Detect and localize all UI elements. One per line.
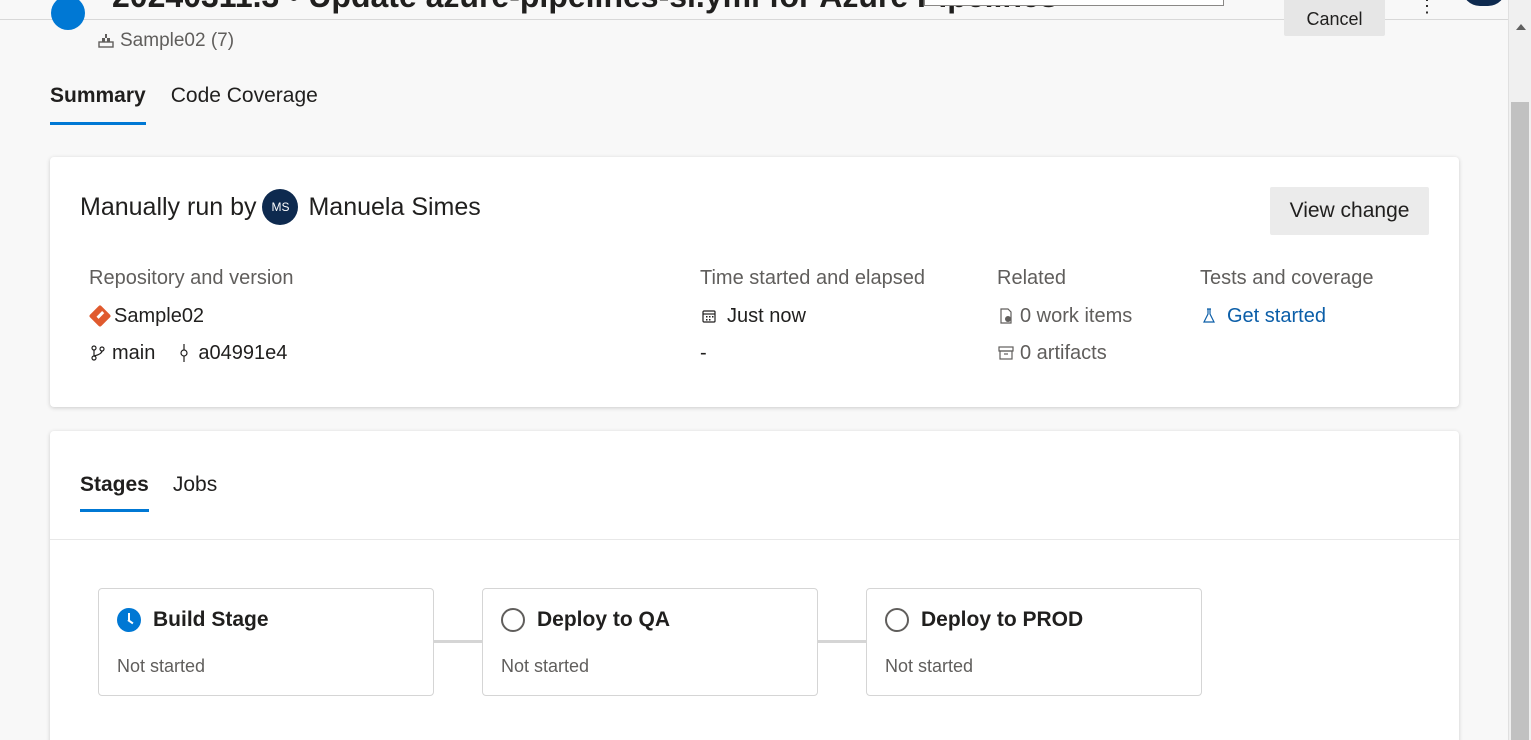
commit-icon xyxy=(175,344,193,362)
stage-connector xyxy=(818,640,868,643)
git-repo-icon xyxy=(88,304,112,328)
pipeline-ref[interactable]: Sample02 (7) xyxy=(98,30,234,52)
get-started-row[interactable]: Get started xyxy=(1200,304,1373,328)
divider xyxy=(50,539,1459,540)
stage-status: Not started xyxy=(117,656,206,676)
pipeline-name: Sample02 (7) xyxy=(120,30,235,51)
stages-tabs: Stages Jobs xyxy=(80,473,217,512)
tab-summary[interactable]: Summary xyxy=(50,84,146,125)
work-items-row[interactable]: 0 work items xyxy=(997,304,1132,328)
stage-build[interactable]: Build Stage Not started xyxy=(98,588,434,696)
user-avatar-top[interactable] xyxy=(1462,0,1506,6)
view-change-button[interactable]: View change xyxy=(1270,187,1429,235)
stage-title: Deploy to QA xyxy=(501,608,670,632)
time-elapsed: - xyxy=(700,341,707,364)
scroll-thumb[interactable] xyxy=(1511,102,1529,740)
search-input[interactable] xyxy=(924,0,1224,6)
run-by: Manually run by MS Manuela Simes xyxy=(80,189,481,225)
calendar-icon xyxy=(700,307,718,325)
stage-connector xyxy=(434,640,484,643)
scroll-up-arrow-icon[interactable] xyxy=(1516,24,1526,30)
pipeline-icon xyxy=(98,34,114,48)
time-started-row: Just now xyxy=(700,304,925,328)
stage-deploy-qa[interactable]: Deploy to QA Not started xyxy=(482,588,818,696)
run-status-icon xyxy=(51,0,85,30)
pending-circle-icon xyxy=(501,608,525,632)
beaker-icon xyxy=(1200,307,1218,325)
artifact-icon xyxy=(997,344,1015,362)
stage-status: Not started xyxy=(501,656,590,676)
vertical-scrollbar[interactable] xyxy=(1508,0,1531,740)
related-label: Related xyxy=(997,267,1066,289)
related-column: Related 0 work items 0 artifacts xyxy=(997,267,1132,378)
branch-commit-row: main a04991e4 xyxy=(89,341,294,365)
artifacts-count: 0 artifacts xyxy=(1020,341,1107,364)
stage-title: Deploy to PROD xyxy=(885,608,1083,632)
user-name: Manuela Simes xyxy=(308,192,481,221)
time-label: Time started and elapsed xyxy=(700,267,925,289)
stage-name: Deploy to QA xyxy=(537,608,671,631)
cancel-button[interactable]: Cancel xyxy=(1284,0,1385,36)
run-title: 20240311.3 • Update azure-pipelines-sl.y… xyxy=(112,0,1058,15)
branch-name[interactable]: main xyxy=(112,342,155,365)
stage-title: Build Stage xyxy=(117,608,269,632)
stages-card: Stages Jobs Build Stage Not started Depl… xyxy=(50,431,1459,740)
tab-stages[interactable]: Stages xyxy=(80,473,149,512)
stage-name: Deploy to PROD xyxy=(921,608,1084,631)
avatar: MS xyxy=(262,189,299,225)
repo-name: Sample02 xyxy=(114,304,205,327)
tests-label: Tests and coverage xyxy=(1200,267,1374,289)
more-vertical-icon[interactable]: ⋮ xyxy=(1418,0,1436,17)
artifacts-row[interactable]: 0 artifacts xyxy=(997,341,1132,365)
tests-column: Tests and coverage Get started xyxy=(1200,267,1373,341)
stage-name: Build Stage xyxy=(153,608,269,631)
work-items-count: 0 work items xyxy=(1020,304,1133,327)
run-by-label: Manually run by xyxy=(80,192,257,221)
time-elapsed-row: - xyxy=(700,341,925,365)
pipeline-run-page: 20240311.3 • Update azure-pipelines-sl.y… xyxy=(0,0,1531,740)
run-header: 20240311.3 • Update azure-pipelines-sl.y… xyxy=(0,0,1508,36)
stage-deploy-prod[interactable]: Deploy to PROD Not started xyxy=(866,588,1202,696)
main-tabs: Summary Code Coverage xyxy=(50,84,318,125)
pending-circle-icon xyxy=(885,608,909,632)
clock-icon xyxy=(117,608,141,632)
time-column: Time started and elapsed Just now - xyxy=(700,267,925,378)
repository-column: Repository and version Sample02 main a04… xyxy=(88,267,294,378)
tab-code-coverage[interactable]: Code Coverage xyxy=(171,84,318,125)
repo-link[interactable]: Sample02 xyxy=(88,304,294,328)
branch-icon xyxy=(89,344,107,362)
time-started: Just now xyxy=(727,304,806,327)
tab-jobs[interactable]: Jobs xyxy=(173,473,217,512)
commit-id[interactable]: a04991e4 xyxy=(198,342,287,365)
summary-card: Manually run by MS Manuela Simes View ch… xyxy=(50,157,1459,407)
work-item-icon xyxy=(997,307,1015,325)
repository-label: Repository and version xyxy=(89,267,294,289)
stage-status: Not started xyxy=(885,656,974,676)
get-started-link[interactable]: Get started xyxy=(1227,305,1326,328)
